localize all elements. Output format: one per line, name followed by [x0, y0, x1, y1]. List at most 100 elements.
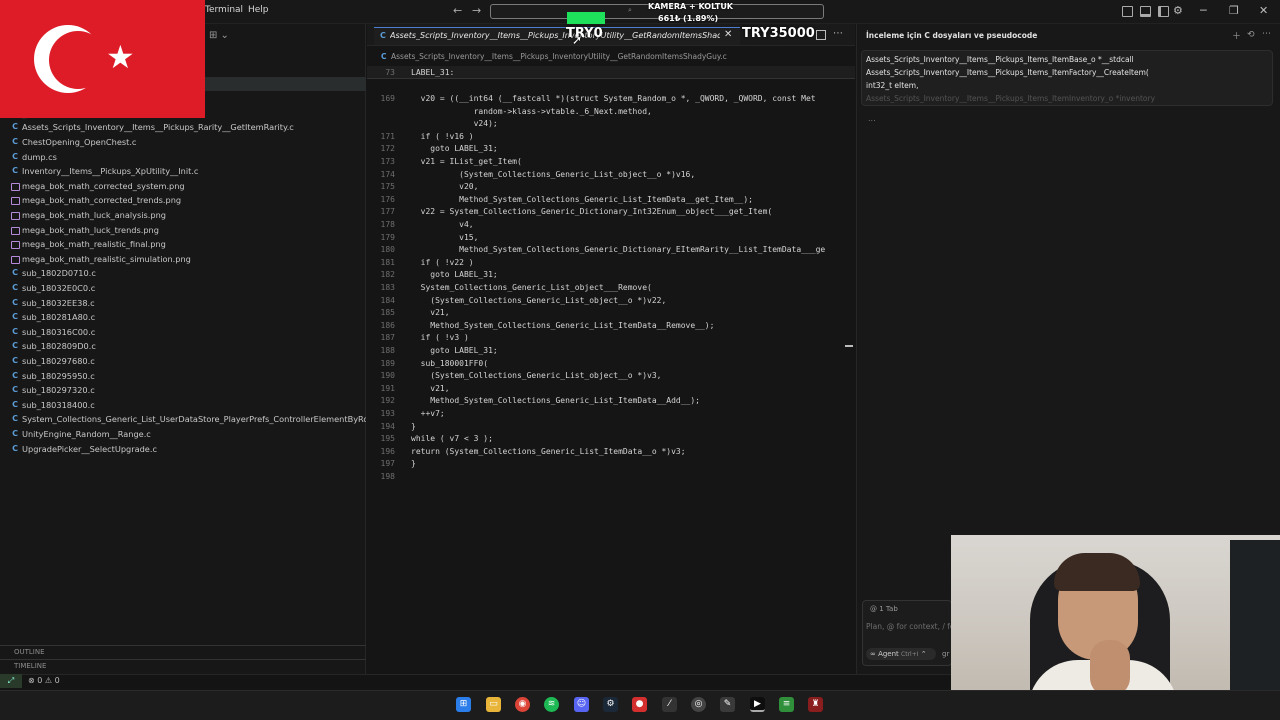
file-item[interactable]: mega_bok_math_realistic_final.png [0, 237, 366, 251]
code-line[interactable]: 192 Method_System_Collections_Generic_Li… [367, 395, 855, 407]
editor-tab-label[interactable]: Assets_Scripts_Inventory__Items__Pickups… [390, 31, 720, 40]
file-item[interactable]: Csub_180295950.c [0, 369, 366, 383]
history-icon[interactable]: ⟲ [1247, 30, 1255, 40]
toggle-secondary-sidebar-icon[interactable] [1158, 6, 1169, 17]
file-item[interactable]: mega_bok_math_luck_trends.png [0, 223, 366, 237]
code-line[interactable]: 177 v22 = System_Collections_Generic_Dic… [367, 206, 855, 218]
minimize-icon[interactable]: ─ [1200, 4, 1207, 17]
code-line[interactable]: 180 Method_System_Collections_Generic_Di… [367, 244, 855, 256]
code-line[interactable]: 191 v21, [367, 383, 855, 395]
menu-terminal[interactable]: Terminal [205, 5, 243, 15]
code-line[interactable]: 184 (System_Collections_Generic_List_obj… [367, 295, 855, 307]
cursor-app-icon[interactable]: ▶ [750, 697, 765, 712]
file-item[interactable]: C Inventory__Items__Pickups_XpUtility__In… [0, 164, 366, 178]
gear-icon[interactable]: ⚙ [1173, 4, 1183, 17]
chat-more-icon[interactable]: ⋯ [1262, 29, 1271, 39]
file-item[interactable]: mega_bok_math_corrected_trends.png [0, 193, 366, 207]
toggle-sidebar-icon[interactable] [1122, 6, 1133, 17]
code-line[interactable]: 183 System_Collections_Generic_List_obje… [367, 282, 855, 294]
file-item[interactable]: Csub_18032E0C0.c [0, 281, 366, 295]
windows-start-icon[interactable]: ⊞ [456, 697, 471, 712]
file-item[interactable]: mega_bok_math_corrected_system.png [0, 179, 366, 193]
code-line[interactable]: 198 [367, 471, 855, 481]
code-line[interactable]: 195 while ( v7 < 3 ); [367, 433, 855, 445]
code-text: (System_Collections_Generic_List_object_… [411, 295, 667, 305]
split-editor-icon[interactable] [816, 30, 826, 40]
file-item[interactable]: C Assets_Scripts_Inventory__Items__Pickup… [0, 120, 366, 134]
code-line[interactable]: 186 Method_System_Collections_Generic_Li… [367, 320, 855, 332]
code-line[interactable]: 172 goto LABEL_31; [367, 143, 855, 155]
paint-icon[interactable]: ✎ [720, 697, 735, 712]
chat-context-tabs[interactable]: @ 1 Tab [870, 605, 898, 613]
file-item[interactable]: Csub_1802809D0.c [0, 339, 366, 353]
file-item[interactable]: Csub_180281A80.c [0, 310, 366, 324]
code-line[interactable]: 174 (System_Collections_Generic_List_obj… [367, 169, 855, 181]
agent-mode-button[interactable]: ∞ Agent Ctrl+I ⌃ [866, 648, 936, 660]
file-item[interactable]: Csub_180297320.c [0, 383, 366, 397]
file-item[interactable]: Csub_180297680.c [0, 354, 366, 368]
maximize-icon[interactable]: ❐ [1229, 4, 1239, 17]
file-item[interactable]: C ChestOpening_OpenChest.c [0, 135, 366, 149]
remote-indicator-icon[interactable]: ⤢ [0, 674, 22, 688]
sticky-scroll-line[interactable]: 73 LABEL_31: [367, 66, 855, 79]
model-selector[interactable]: gr [942, 650, 949, 658]
scrollbar-marker[interactable] [845, 345, 853, 347]
chat-input-placeholder[interactable]: Plan, @ for context, / for commands [866, 622, 951, 631]
code-line[interactable]: 176 Method_System_Collections_Generic_Li… [367, 194, 855, 206]
code-line[interactable]: 193 ++v7; [367, 408, 855, 420]
file-item[interactable]: mega_bok_math_luck_analysis.png [0, 208, 366, 222]
game-icon[interactable]: ♜ [808, 697, 823, 712]
more-actions-icon[interactable]: ⋯ [833, 28, 843, 39]
code-line[interactable]: 173 v21 = IList_get_Item( [367, 156, 855, 168]
outline-section-header[interactable]: OUTLINE [0, 645, 366, 658]
code-line[interactable]: 179 v15, [367, 232, 855, 244]
timeline-section-header[interactable]: TIMELINE [0, 659, 366, 672]
file-item[interactable]: Csub_180318400.c [0, 398, 366, 412]
spotify-icon[interactable]: ≋ [544, 697, 559, 712]
recorder-icon[interactable]: ● [632, 697, 647, 712]
code-line[interactable]: 190 (System_Collections_Generic_List_obj… [367, 370, 855, 382]
code-line[interactable]: 187 if ( !v3 ) [367, 332, 855, 344]
code-line[interactable]: 181 if ( !v22 ) [367, 257, 855, 269]
code-editor[interactable]: 169 v20 = ((__int64 (__fastcall *)(struc… [367, 66, 855, 481]
file-explorer-icon[interactable]: ▭ [486, 697, 501, 712]
code-line[interactable]: 182 goto LABEL_31; [367, 269, 855, 281]
file-item[interactable]: Csub_180316C00.c [0, 325, 366, 339]
forward-arrow-icon[interactable]: → [472, 4, 481, 17]
layout-icon[interactable]: ⊞ ⌄ [209, 30, 229, 41]
file-item[interactable]: C UpgradePicker__SelectUpgrade.c [0, 442, 366, 456]
code-line[interactable]: 175 v20, [367, 181, 855, 193]
code-line[interactable]: 169 v20 = ((__int64 (__fastcall *)(struc… [367, 93, 855, 105]
file-item[interactable]: C System_Collections_Generic_List_UserDat… [0, 412, 366, 426]
chrome-icon[interactable]: ◉ [515, 697, 530, 712]
steam-icon[interactable]: ⚙ [603, 697, 618, 712]
code-line[interactable]: random->klass->vtable._6_Next.method, [367, 106, 855, 118]
code-line[interactable]: 185 v21, [367, 307, 855, 319]
sticky-label: LABEL_31: [411, 68, 455, 77]
breadcrumb[interactable]: Assets_Scripts_Inventory__Items__Pickups… [391, 52, 727, 61]
code-line[interactable]: 197} [367, 458, 855, 470]
code-line[interactable]: 196 return (System_Collections_Generic_Li… [367, 446, 855, 458]
close-tab-icon[interactable]: ✕ [724, 29, 732, 40]
toggle-panel-icon[interactable] [1140, 6, 1151, 17]
github-icon[interactable]: ◎ [691, 697, 706, 712]
code-line[interactable]: 188 goto LABEL_31; [367, 345, 855, 357]
code-line[interactable]: 194} [367, 421, 855, 433]
file-item[interactable]: Csub_18032EE38.c [0, 296, 366, 310]
back-arrow-icon[interactable]: ← [453, 4, 462, 17]
menu-help[interactable]: Help [248, 5, 269, 15]
file-item[interactable]: Csub_1802D0710.c [0, 266, 366, 280]
code-line[interactable]: 171 if ( !v16 ) [367, 131, 855, 143]
discord-icon[interactable]: ☺ [574, 697, 589, 712]
new-chat-icon[interactable]: ＋ [1232, 29, 1241, 42]
code-line[interactable]: 189 sub_180001FF0( [367, 358, 855, 370]
code-line[interactable]: v24); [367, 118, 855, 130]
file-item[interactable]: Cdump.cs [0, 150, 366, 164]
file-item[interactable]: C UnityEngine_Random__Range.c [0, 427, 366, 441]
notepad-icon[interactable]: ≡ [779, 697, 794, 712]
close-window-icon[interactable]: ✕ [1259, 4, 1268, 17]
file-item[interactable]: mega_bok_math_realistic_simulation.png [0, 252, 366, 266]
code-line[interactable]: 178 v4, [367, 219, 855, 231]
obs-icon[interactable]: ⁄ [662, 697, 677, 712]
problems-count[interactable]: ⊗ 0 ⚠ 0 [28, 676, 60, 685]
